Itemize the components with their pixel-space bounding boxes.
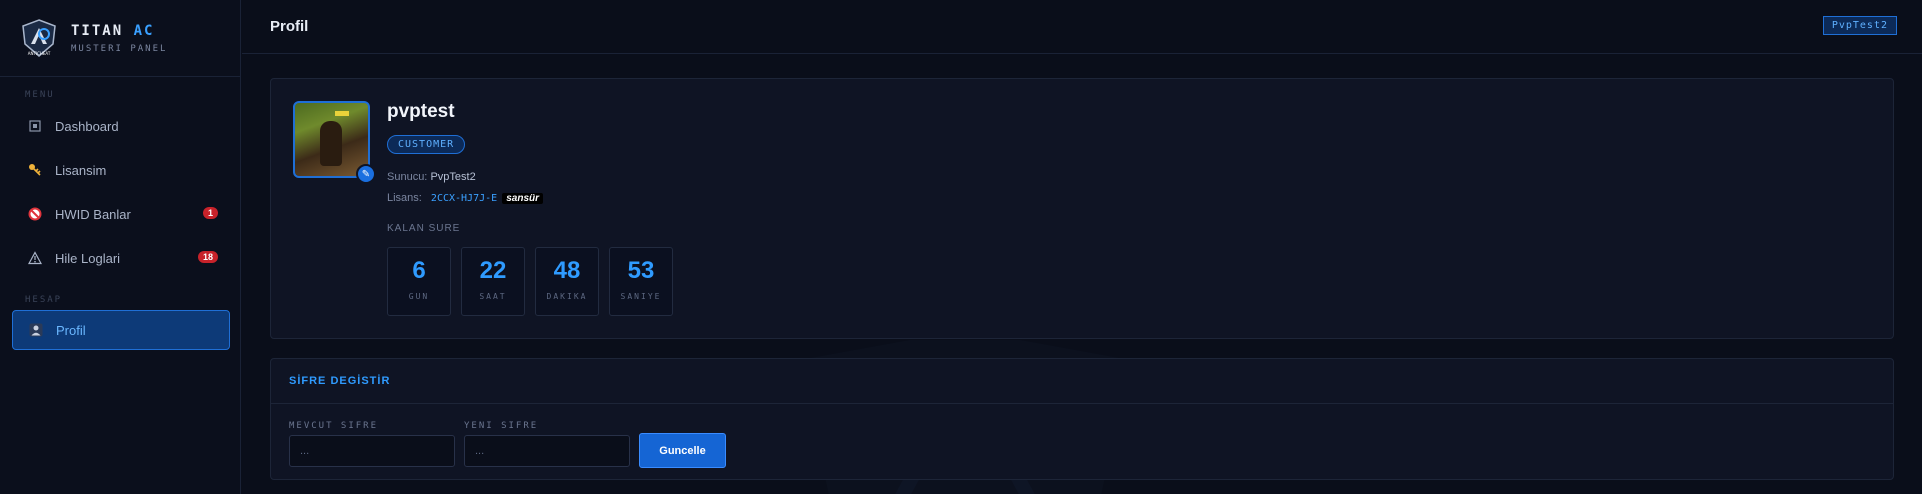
dashboard-icon: [27, 118, 43, 134]
update-password-button[interactable]: Guncelle: [639, 433, 726, 468]
current-password-input[interactable]: [289, 435, 455, 467]
current-password-label: MEVCUT SIFRE: [289, 421, 379, 431]
license-key: 2CCX-HJ7J-E: [430, 193, 498, 204]
timer-value: 22: [479, 257, 507, 284]
remaining-time-label: KALAN SURE: [387, 223, 461, 234]
sidebar-item-lisansim[interactable]: Lisansim: [12, 150, 230, 190]
server-value: PvpTest2: [430, 171, 476, 183]
sidebar-item-label: Dashboard: [55, 118, 119, 134]
sidebar-item-label: Lisansim: [55, 162, 107, 178]
brand-subtitle: MUSTERI PANEL: [71, 43, 168, 54]
avatar-figure: [320, 121, 342, 166]
avatar-highlight: [335, 111, 349, 116]
timer-seconds: 53 SANIYE: [609, 247, 673, 316]
timer-value: 48: [553, 257, 581, 284]
timer-unit: GUN: [408, 292, 430, 301]
server-label: Sunucu:: [387, 171, 428, 183]
timer-hours: 22 SAAT: [461, 247, 525, 316]
username: pvptest: [387, 101, 455, 122]
new-password-input[interactable]: [464, 435, 630, 467]
censor-overlay: sansür: [502, 193, 544, 204]
license-info: Lisans: 2CCX-HJ7J-E sansür: [387, 192, 544, 204]
titan-logo-icon: ANTICHEAT: [22, 19, 56, 57]
change-password-title: SİFRE DEGİSTİR: [271, 359, 1893, 404]
change-password-card: SİFRE DEGİSTİR MEVCUT SIFRE YENI SIFRE G…: [270, 358, 1894, 480]
sidebar-item-profil[interactable]: Profil: [12, 310, 230, 350]
topbar: Profil PvpTest2: [242, 0, 1922, 54]
sidebar-item-label: Hile Loglari: [55, 250, 121, 266]
user-chip[interactable]: PvpTest2: [1822, 16, 1897, 35]
license-label: Lisans:: [387, 192, 422, 204]
new-password-label: YENI SIFRE: [464, 421, 539, 431]
user-icon: [28, 322, 44, 338]
account-section-label: HESAP: [25, 295, 63, 305]
brand-title: TITAN AC: [71, 22, 155, 39]
page-title: Profil: [270, 18, 309, 35]
server-info: Sunucu: PvpTest2: [387, 171, 476, 183]
timer-unit: SANIYE: [620, 292, 662, 301]
sidebar-item-hwid-banlar[interactable]: HWID Banlar 1: [12, 194, 230, 234]
hile-log-count-badge: 18: [197, 251, 218, 263]
timer-value: 53: [627, 257, 655, 284]
timer-minutes: 48 DAKIKA: [535, 247, 599, 316]
profile-card: ✎ pvptest CUSTOMER Sunucu: PvpTest2 Lisa…: [270, 78, 1894, 339]
svg-text:ANTICHEAT: ANTICHEAT: [28, 51, 51, 56]
sidebar-item-dashboard[interactable]: Dashboard: [12, 106, 230, 146]
sidebar-item-label: Profil: [56, 322, 86, 338]
menu-section-label: MENU: [25, 90, 55, 100]
warning-icon: [27, 250, 43, 266]
timer-value: 6: [412, 257, 426, 284]
sidebar: ANTICHEAT TITAN AC MUSTERI PANEL MENU Da…: [0, 0, 241, 494]
role-badge: CUSTOMER: [387, 135, 466, 154]
timer-unit: SAAT: [479, 292, 507, 301]
edit-avatar-icon[interactable]: ✎: [356, 164, 376, 184]
ban-icon: [27, 206, 43, 222]
sidebar-item-label: HWID Banlar: [55, 206, 131, 222]
key-icon: [27, 162, 43, 178]
timer-unit: DAKIKA: [546, 292, 588, 301]
hwid-ban-count-badge: 1: [202, 207, 218, 219]
brand: ANTICHEAT TITAN AC MUSTERI PANEL: [0, 0, 240, 77]
sidebar-item-hile-loglari[interactable]: Hile Loglari 18: [12, 238, 230, 278]
timer-days: 6 GUN: [387, 247, 451, 316]
